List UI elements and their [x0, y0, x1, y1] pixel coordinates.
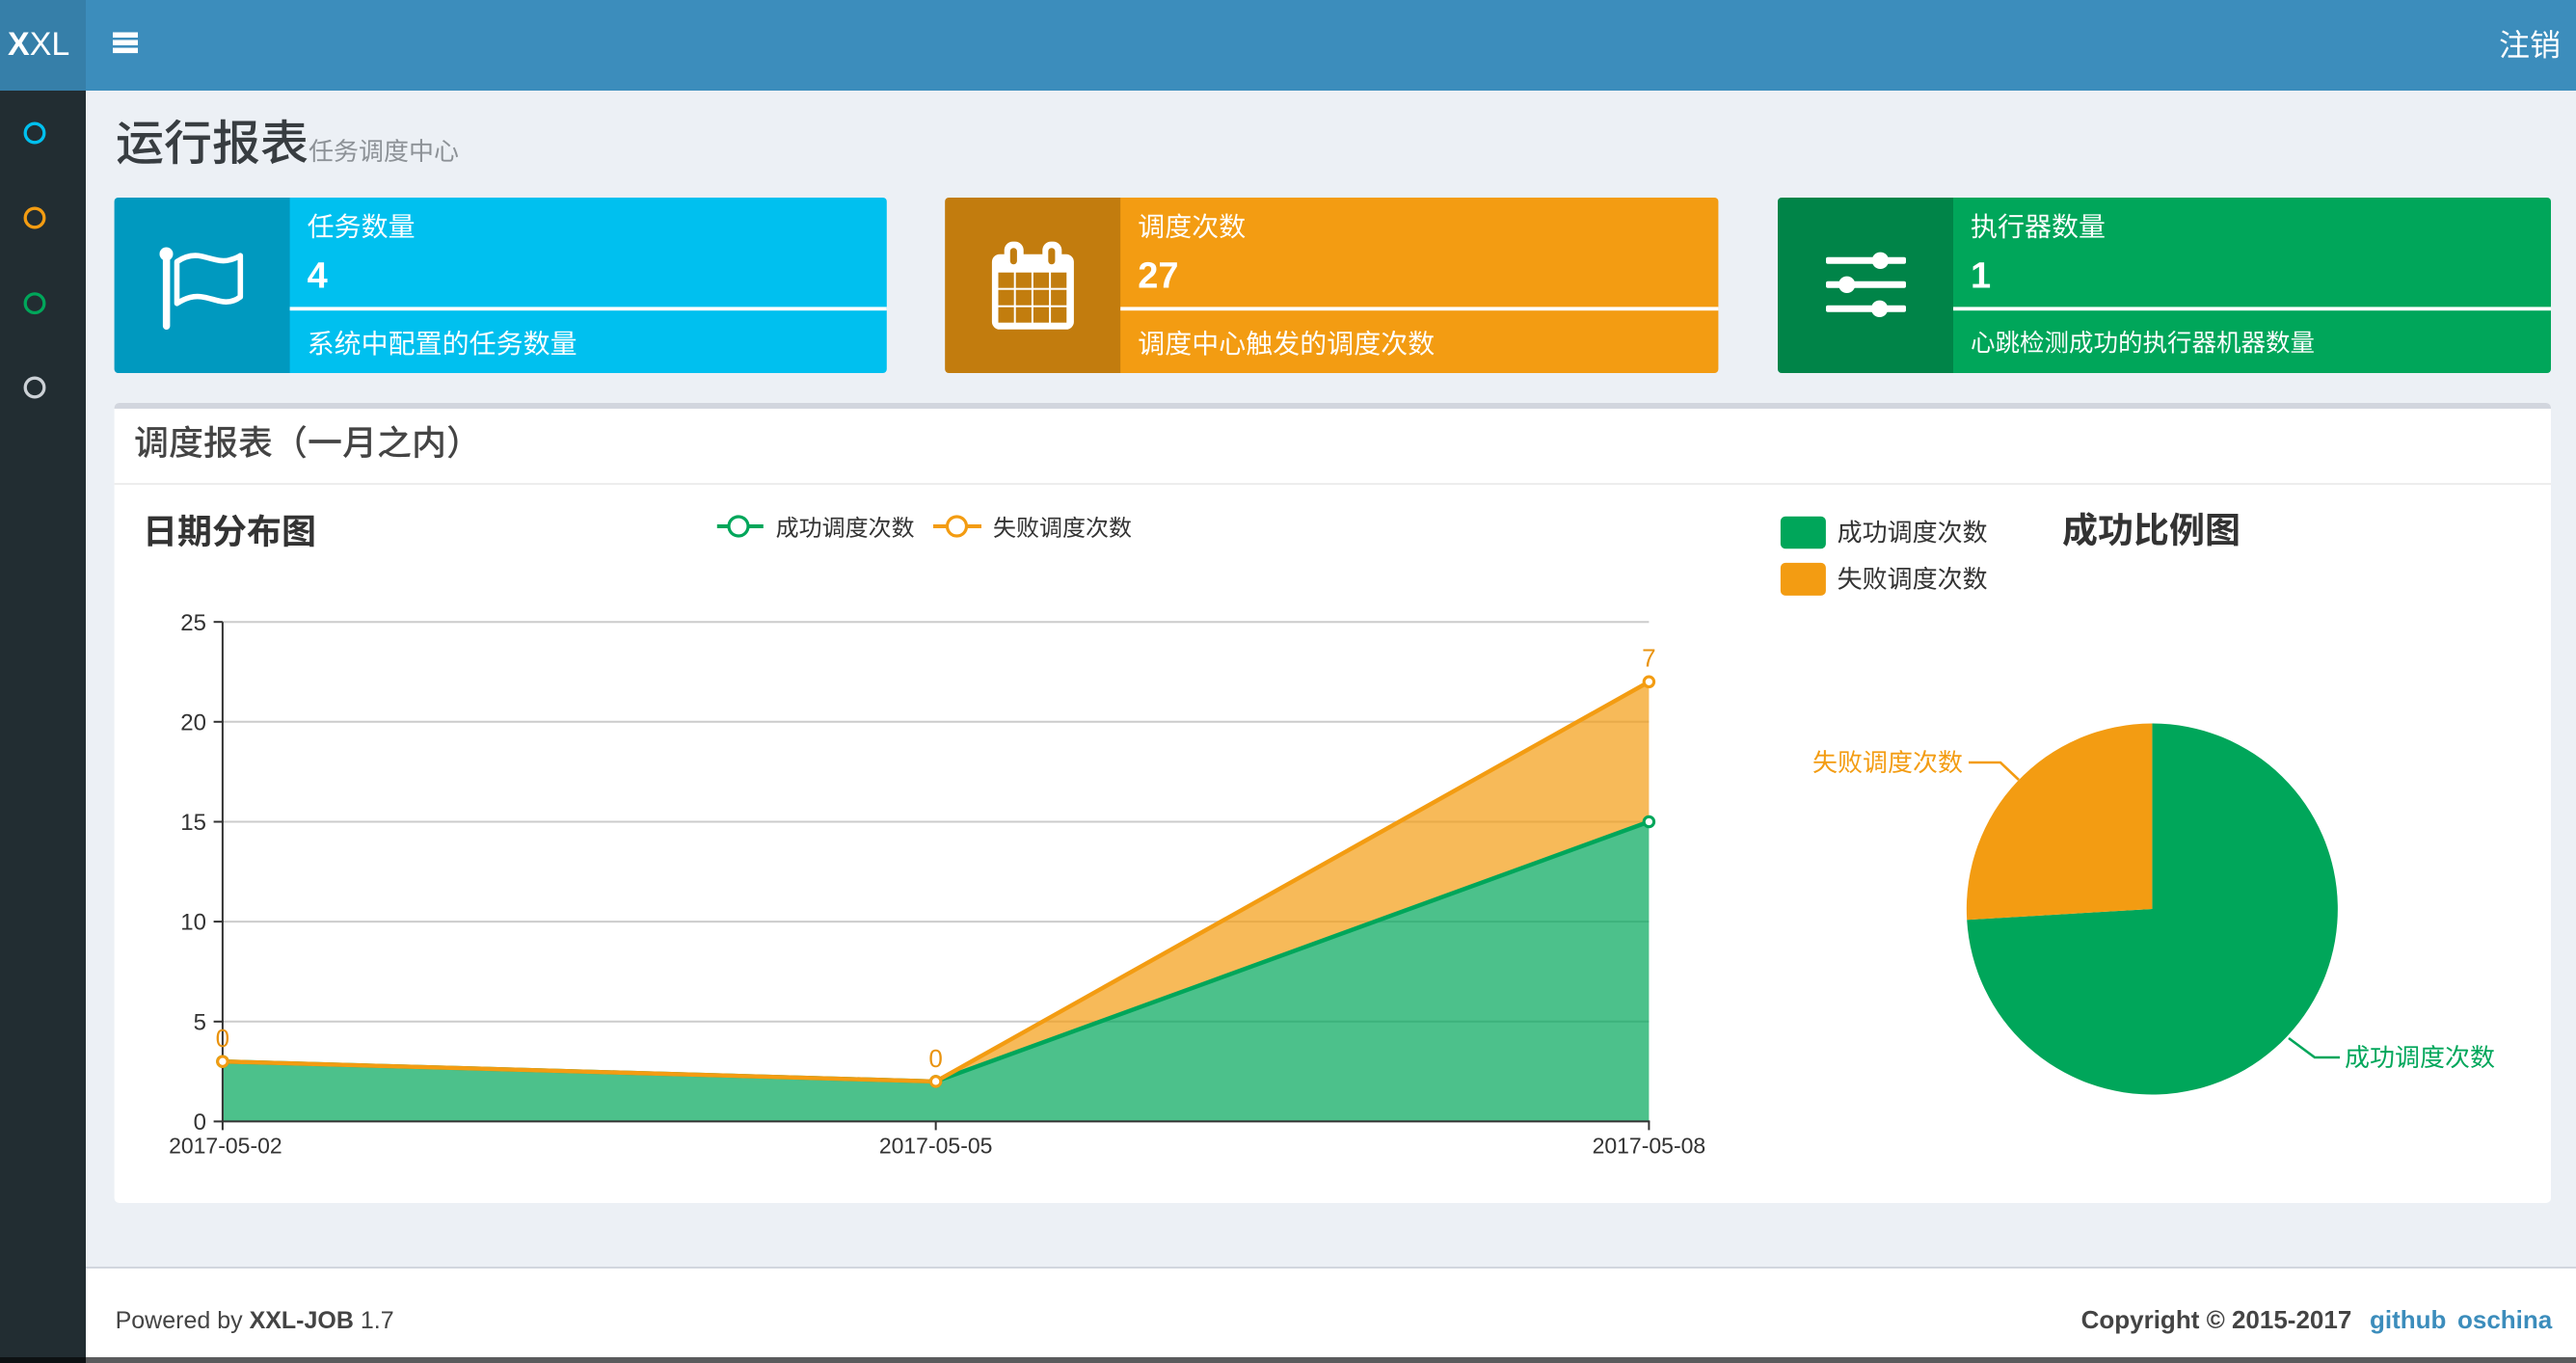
svg-text:27: 27	[1138, 256, 1178, 297]
svg-text:Powered by XXL-JOB 1.7: Powered by XXL-JOB 1.7	[116, 1307, 394, 1334]
svg-text:20: 20	[180, 709, 206, 735]
svg-text:2017-05-02: 2017-05-02	[169, 1134, 282, 1159]
svg-text:Copyright © 2015-2017: Copyright © 2015-2017	[2081, 1305, 2352, 1334]
svg-text:github: github	[2370, 1305, 2446, 1334]
svg-text:7: 7	[1642, 643, 1655, 672]
svg-text:0: 0	[928, 1044, 942, 1073]
svg-text:2017-05-08: 2017-05-08	[1593, 1134, 1706, 1159]
svg-text:4: 4	[308, 256, 328, 297]
svg-text:XXL: XXL	[8, 26, 69, 63]
svg-text:oschina: oschina	[2457, 1305, 2553, 1334]
svg-text:15: 15	[180, 810, 206, 836]
svg-text:0: 0	[216, 1024, 229, 1053]
svg-text:5: 5	[194, 1009, 206, 1035]
svg-text:0: 0	[194, 1109, 206, 1136]
svg-text:1: 1	[1971, 256, 1991, 297]
svg-text:10: 10	[180, 910, 206, 936]
svg-text:2017-05-05: 2017-05-05	[879, 1134, 993, 1159]
svg-text:25: 25	[180, 610, 206, 636]
